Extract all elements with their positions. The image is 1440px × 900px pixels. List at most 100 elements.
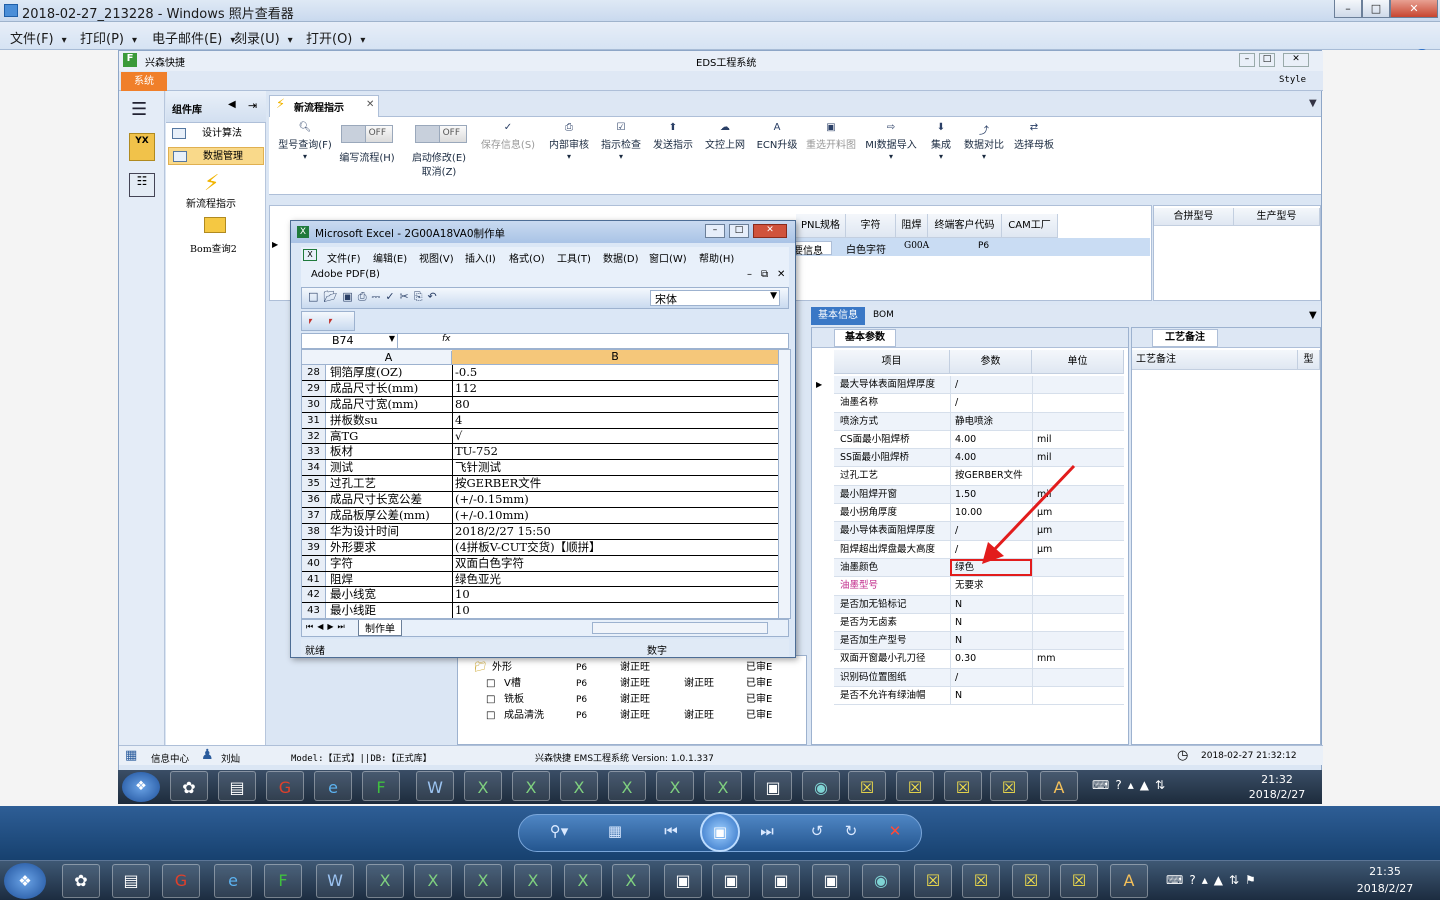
ie-browser-icon[interactable]: e	[314, 771, 352, 801]
x-window-icon[interactable]: ☒	[944, 771, 982, 801]
notepad-icon[interactable]: A	[1040, 771, 1078, 801]
tree-row[interactable]: □ 成品清洗 P6 谢正旺 谢正旺 已审E	[462, 708, 792, 724]
table-row[interactable]: 喷涂方式 静电喷涂	[834, 412, 1124, 431]
start-modify-toggle[interactable]: OFF	[415, 125, 467, 143]
xl-menu-help[interactable]: 帮助(H)	[699, 250, 734, 265]
eds-restore-button[interactable]: □	[1259, 53, 1275, 67]
pdf-review-icon[interactable]: ⎖	[326, 314, 335, 328]
sheet-row[interactable]: 28 铜箔厚度(OZ) -0.5	[302, 365, 790, 381]
xl-menu-tools[interactable]: 工具(T)	[557, 250, 591, 265]
tab-basic-info[interactable]: 基本信息	[811, 307, 865, 325]
save-app-icon[interactable]: ▤	[218, 771, 256, 801]
image-task-icon[interactable]: ▣	[712, 864, 750, 898]
edit-flow-toggle[interactable]: OFF	[341, 125, 393, 143]
col-pnl-spec[interactable]: PNL规格	[796, 214, 846, 238]
table-row[interactable]: 识别码位置图纸 /	[834, 668, 1124, 688]
sheet-row[interactable]: 34 测试 飞针测试	[302, 460, 790, 477]
system-tab[interactable]: 系统	[121, 72, 167, 91]
xl-menu-edit[interactable]: 编辑(E)	[373, 250, 407, 265]
sheet-row[interactable]: 31 拼板数su 4	[302, 412, 790, 429]
column-b-header[interactable]: B	[452, 350, 778, 364]
excel-restore-button[interactable]: □	[729, 224, 749, 238]
excel-task-icon[interactable]: X	[612, 864, 650, 898]
save-info-button[interactable]: ✓ 保存信息(S)	[477, 122, 539, 151]
x-window-icon[interactable]: ☒	[1012, 864, 1050, 898]
sheet-row[interactable]: 32 高TG √	[302, 428, 790, 445]
maximize-button[interactable]: □	[1362, 0, 1390, 18]
sheet-row[interactable]: 36 成品尺寸长宽公差 (+/-0.15mm)	[302, 492, 790, 509]
eye-app-icon[interactable]: ◉	[802, 771, 840, 801]
image-task-icon[interactable]: ▣	[762, 864, 800, 898]
col-merge-model[interactable]: 合拼型号	[1154, 208, 1234, 226]
sheet-row[interactable]: 30 成品尺寸宽(mm) 80	[302, 396, 790, 413]
col-production-model[interactable]: 生产型号	[1234, 208, 1320, 226]
col-type[interactable]: 型	[1298, 350, 1320, 370]
workbook-icon[interactable]: X	[303, 249, 317, 261]
rotate-right-icon[interactable]: ↻	[838, 818, 864, 844]
save-app-icon[interactable]: ▤	[112, 864, 150, 898]
table-row[interactable]: 油墨型号 无要求	[834, 577, 1124, 596]
tray-icons[interactable]: ⌨?▴▲⇅	[1092, 778, 1171, 792]
integrate-button[interactable]: ⬇ 集成 ▾	[923, 122, 959, 162]
eds-minimize-button[interactable]: –	[1239, 53, 1255, 67]
sheet-row[interactable]: 42 最小线宽 10	[302, 587, 790, 604]
lightning-icon[interactable]: ⚡	[204, 171, 219, 196]
word-icon[interactable]: W	[316, 864, 354, 898]
zoom-icon[interactable]: ⚲▾	[546, 818, 572, 844]
sheet-row[interactable]: 43 最小线距 10	[302, 603, 790, 618]
hamburger-menu-icon[interactable]: ☰	[131, 99, 147, 120]
image-task-icon[interactable]: ▣	[754, 771, 792, 801]
xl-menu-view[interactable]: 视图(V)	[419, 250, 454, 265]
eye-app-icon[interactable]: ◉	[862, 864, 900, 898]
excel-minimize-button[interactable]: –	[705, 224, 725, 238]
table-row[interactable]: 最大导体表面阻焊厚度 /	[834, 376, 1124, 395]
col-item[interactable]: 项目	[834, 350, 950, 374]
shell-app-icon[interactable]: ✿	[62, 864, 100, 898]
word-icon[interactable]: W	[416, 771, 454, 801]
excel-task-icon[interactable]: X	[366, 864, 404, 898]
chevron-down-icon[interactable]: ▼	[1309, 310, 1317, 321]
table-row[interactable]: 双面开窗最小孔刀径 0.30 mm	[834, 650, 1124, 669]
close-button[interactable]: ✕	[1390, 0, 1438, 18]
excel-task-icon[interactable]: X	[464, 864, 502, 898]
pdf-icon[interactable]: ⎖	[306, 314, 315, 328]
tray-icons[interactable]: ⌨?▴▲⇅⚑	[1166, 873, 1262, 887]
minimize-button[interactable]: –	[1334, 0, 1362, 18]
xl-menu-data[interactable]: 数据(D)	[603, 250, 639, 265]
x-window-icon[interactable]: ☒	[914, 864, 952, 898]
col-param[interactable]: 参数	[950, 350, 1032, 374]
ecn-upgrade-button[interactable]: A ECN升级	[753, 122, 801, 151]
folder-icon[interactable]	[204, 217, 226, 233]
menu-email[interactable]: 电子邮件(E)	[152, 28, 235, 47]
collapse-left-icon[interactable]: ◀	[228, 99, 236, 110]
horizontal-scrollbar[interactable]	[592, 622, 768, 634]
excel-task-icon[interactable]: X	[656, 771, 694, 801]
menu-file[interactable]: 文件(F)	[10, 28, 67, 47]
image-task-icon[interactable]: ▣	[664, 864, 702, 898]
yx-module-icon[interactable]: YX	[129, 133, 155, 161]
xl-menu-format[interactable]: 格式(O)	[509, 250, 545, 265]
previous-icon[interactable]: ⏮	[658, 818, 684, 844]
doc-restore-icon[interactable]: ⧉	[761, 269, 768, 280]
tree-row[interactable]: □ 铣板 P6 谢正旺 已审E	[462, 692, 792, 708]
start-orb-icon[interactable]: ❖	[122, 772, 160, 802]
excel-task-icon[interactable]: X	[464, 771, 502, 801]
comp-item-design-algo[interactable]: 设计算法	[168, 125, 264, 143]
table-row[interactable]: 油墨名称 /	[834, 394, 1124, 413]
excel-task-icon[interactable]: X	[608, 771, 646, 801]
f-app-icon[interactable]: F	[362, 771, 400, 801]
image-task-icon[interactable]: ▣	[812, 864, 850, 898]
excel-task-icon[interactable]: X	[704, 771, 742, 801]
cancel-button[interactable]: 取消(Z)	[407, 163, 471, 178]
col-customer-code[interactable]: 终端客户代码	[928, 214, 1002, 238]
tree-row[interactable]: □ V槽 P6 谢正旺 谢正旺 已审E	[462, 676, 792, 692]
fx-icon[interactable]: fx	[442, 334, 451, 344]
close-tab-icon[interactable]: ✕	[366, 99, 374, 110]
next-icon[interactable]: ⏭	[754, 818, 780, 844]
vertical-scrollbar[interactable]	[778, 350, 790, 618]
slideshow-icon[interactable]: ▣	[700, 812, 740, 852]
name-box[interactable]: B74 ▼	[302, 334, 398, 348]
xl-menu-insert[interactable]: 插入(I)	[465, 250, 496, 265]
sheet-row[interactable]: 35 过孔工艺 按GERBER文件	[302, 476, 790, 493]
style-dropdown[interactable]: Style	[1279, 75, 1306, 85]
